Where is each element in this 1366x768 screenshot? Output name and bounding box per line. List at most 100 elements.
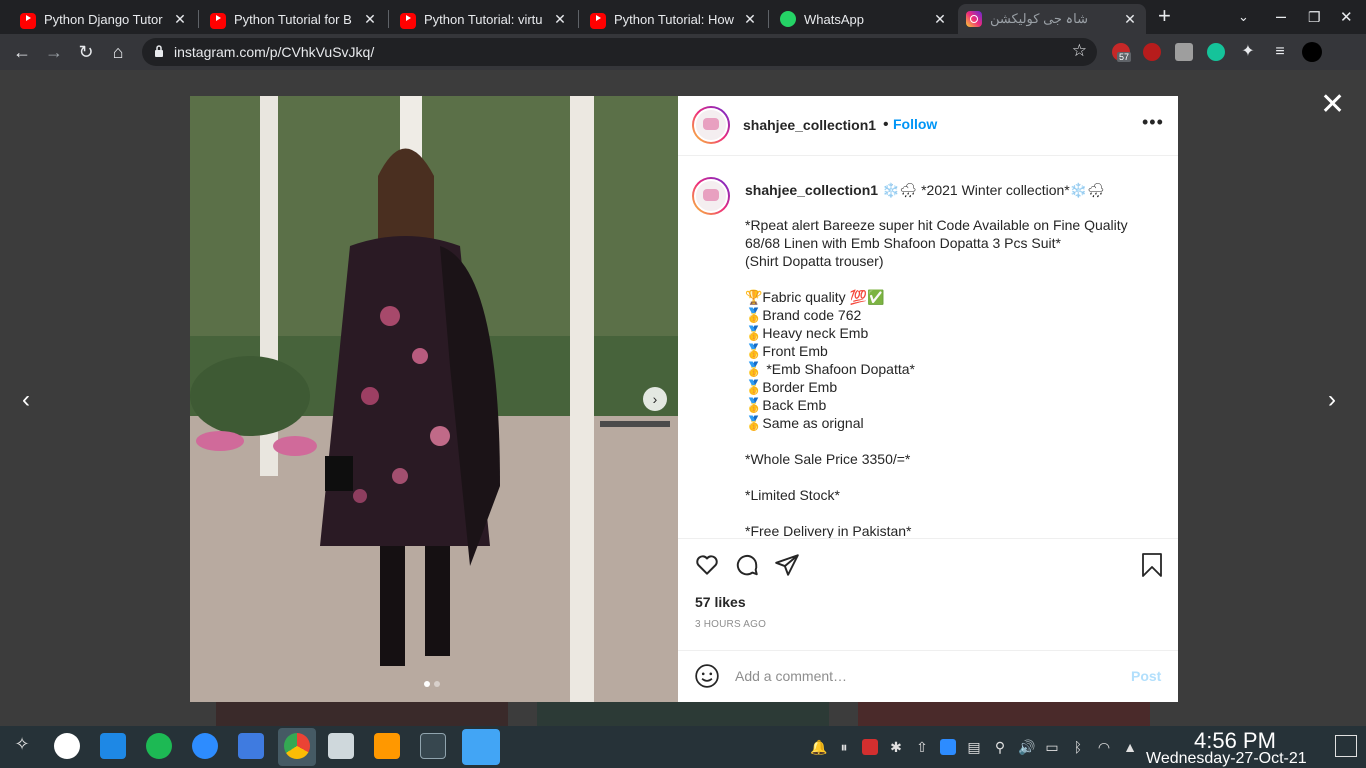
tab-title: شاہ جی کولیکشن [990, 11, 1089, 26]
next-post-arrow-icon[interactable]: › [1328, 386, 1336, 414]
more-options-icon[interactable]: ••• [1142, 112, 1164, 133]
reload-icon[interactable]: ↻ [74, 40, 98, 64]
wifi-icon[interactable]: ◠ [1096, 739, 1112, 755]
screenshot-tool-icon[interactable] [328, 733, 354, 759]
tray-expand-icon[interactable]: ▲ [1122, 739, 1138, 755]
ublock-origin-icon[interactable] [1143, 43, 1161, 61]
new-tab-icon[interactable]: + [1158, 3, 1171, 29]
sublime-text-icon[interactable] [374, 733, 400, 759]
carousel-dots [424, 681, 440, 687]
mailspring-icon[interactable] [462, 729, 500, 765]
grammarly-icon[interactable] [1207, 43, 1225, 61]
caption-line: 68/68 Linen with Emb Shafoon Dopatta 3 P… [745, 235, 1061, 251]
emoji-icon[interactable] [694, 663, 720, 689]
restore-icon[interactable]: ❐ [1308, 9, 1321, 26]
likes-count[interactable]: 57 likes [695, 594, 746, 610]
caption-username[interactable]: shahjee_collection1 [745, 182, 878, 198]
tab-python-how[interactable]: Python Tutorial: How ✕ [582, 4, 766, 34]
battery-icon[interactable]: ▭ [1044, 739, 1060, 755]
slack-tray-icon[interactable]: ✱ [888, 739, 904, 755]
chrome-icon[interactable] [284, 733, 310, 759]
whatsapp-icon [780, 11, 796, 27]
header-username[interactable]: shahjee_collection1 [743, 117, 876, 133]
youtube-icon [20, 13, 36, 29]
caption-line: *Whole Sale Price 3350/=* [745, 451, 911, 467]
related-thumbnail[interactable] [537, 702, 829, 726]
ext-badge: 57 [1117, 52, 1132, 62]
tab-python-virtualenv[interactable]: Python Tutorial: virtu ✕ [392, 4, 576, 34]
minimize-icon[interactable]: – [1276, 6, 1286, 27]
window-close-icon[interactable]: ✕ [1340, 8, 1353, 26]
notification-bell-icon[interactable]: 🔔 [810, 739, 827, 755]
tab-python-beginners[interactable]: Python Tutorial for B ✕ [202, 4, 386, 34]
extension-icon[interactable] [1175, 43, 1193, 61]
url-text: instagram.com/p/CVhkVuSvJkq/ [174, 44, 375, 60]
close-tab-icon[interactable]: ✕ [362, 11, 378, 28]
close-tab-icon[interactable]: ✕ [742, 11, 758, 28]
home-icon[interactable]: ⌂ [106, 40, 130, 64]
pause-icon[interactable]: ⏸ [836, 739, 852, 755]
upload-icon[interactable]: ⇧ [914, 739, 930, 755]
launcher-icon[interactable]: ✧ [12, 735, 32, 756]
files-icon[interactable] [238, 733, 264, 759]
spotify-icon[interactable] [146, 733, 172, 759]
puzzle-extensions-icon[interactable]: ✦ [1236, 40, 1260, 64]
profile-avatar[interactable] [1302, 42, 1322, 62]
caption-line: 🥇Brand code 762 [745, 307, 862, 323]
close-modal-icon[interactable]: ✕ [1320, 90, 1345, 120]
zoom-tray-icon[interactable] [940, 739, 956, 755]
tab-python-django[interactable]: Python Django Tutor ✕ [12, 4, 196, 34]
caption-line: *Limited Stock* [745, 487, 840, 503]
related-thumbnail[interactable] [216, 702, 508, 726]
back-icon[interactable]: ← [10, 40, 34, 64]
media-queue-icon[interactable]: ≡ [1268, 40, 1292, 64]
gmail-tray-icon[interactable] [862, 739, 878, 755]
caption-line: 🥇Heavy neck Emb [745, 325, 869, 341]
tab-whatsapp[interactable]: WhatsApp ✕ [772, 4, 956, 34]
youtube-icon [210, 13, 226, 29]
photo-scene [190, 96, 678, 702]
bulb-icon[interactable]: ⚲ [992, 739, 1008, 755]
address-bar[interactable]: instagram.com/p/CVhkVuSvJkq/ ☆ [142, 38, 1097, 66]
slack-icon[interactable] [54, 733, 80, 759]
zoom-icon[interactable] [192, 733, 218, 759]
close-tab-icon[interactable]: ✕ [552, 11, 568, 28]
close-tab-icon[interactable]: ✕ [172, 11, 188, 28]
follow-button[interactable]: Follow [893, 116, 937, 132]
caption-line: 🥇 *Emb Shafoon Dopatta* [745, 361, 915, 377]
post-comment-button[interactable]: Post [1131, 668, 1161, 684]
terminal-icon[interactable] [420, 733, 446, 759]
save-bookmark-icon[interactable] [1140, 552, 1164, 578]
bluetooth-icon[interactable]: ᛒ [1070, 739, 1086, 755]
header-separator: • [883, 116, 889, 133]
comment-icon[interactable] [734, 552, 760, 578]
forward-icon[interactable]: → [42, 40, 66, 64]
carousel-dot-active [424, 681, 430, 687]
bookmark-star-icon[interactable]: ☆ [1072, 41, 1087, 61]
tab-divider [768, 10, 769, 28]
post-photo[interactable] [190, 96, 678, 702]
close-tab-icon[interactable]: ✕ [1122, 11, 1138, 28]
like-heart-icon[interactable] [694, 552, 720, 578]
close-tab-icon[interactable]: ✕ [932, 11, 948, 28]
tab-divider [198, 10, 199, 28]
prev-post-arrow-icon[interactable]: ‹ [22, 386, 30, 414]
tab-instagram[interactable]: شاہ جی کولیکشن ✕ [958, 4, 1146, 34]
vscode-icon[interactable] [100, 733, 126, 759]
next-image-button[interactable]: › [643, 387, 667, 411]
avatar[interactable] [692, 106, 730, 144]
comment-input[interactable]: Add a comment… [735, 668, 847, 684]
tab-search-chevron-icon[interactable]: ⌄ [1238, 9, 1249, 25]
youtube-icon [590, 13, 606, 29]
show-desktop-icon[interactable] [1335, 735, 1357, 757]
share-send-icon[interactable] [774, 552, 800, 578]
carousel-dot [434, 681, 440, 687]
volume-icon[interactable]: 🔊 [1018, 739, 1035, 755]
clock-date[interactable]: Wednesday-27-Oct-21 [1146, 750, 1307, 768]
related-thumbnail[interactable] [858, 702, 1150, 726]
clipboard-icon[interactable]: ▤ [966, 739, 982, 755]
lock-icon [155, 45, 163, 57]
post-timestamp[interactable]: 3 HOURS AGO [695, 619, 766, 630]
caption-avatar[interactable] [692, 177, 730, 215]
caption-line: (Shirt Dopatta trouser) [745, 253, 884, 269]
